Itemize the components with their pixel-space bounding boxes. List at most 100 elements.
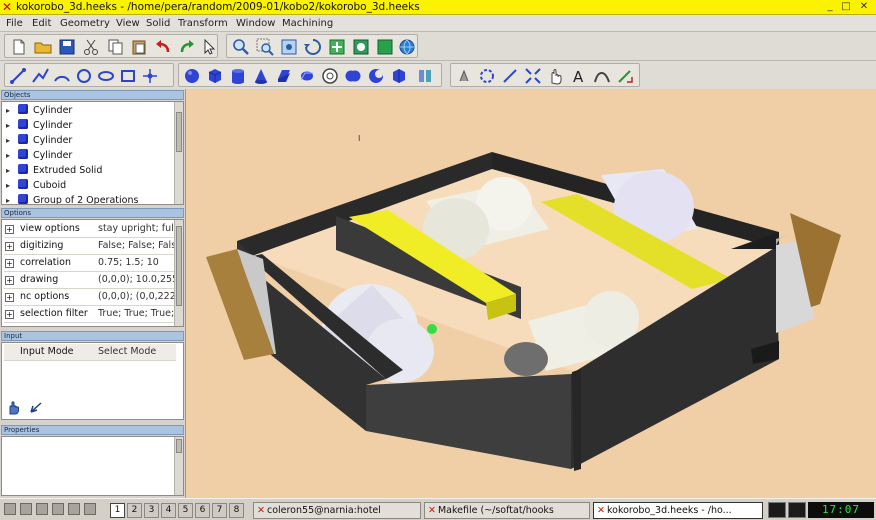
3d-viewport[interactable]: I [186,89,876,498]
tree-item[interactable]: ▸ Cylinder [6,118,176,133]
scroll-thumb[interactable] [176,226,182,306]
maximize-button[interactable]: □ [840,1,852,13]
option-row[interactable]: + correlation 0.75; 1.5; 10 [4,255,176,272]
redo-button[interactable] [177,37,197,57]
launcher-icon[interactable] [20,503,32,515]
undo-button[interactable] [153,37,173,57]
launcher-icon[interactable] [4,503,16,515]
expand-plus-icon[interactable]: + [5,310,14,319]
extrude-button[interactable] [274,66,294,86]
save-button[interactable] [57,37,77,57]
scroll-thumb[interactable] [176,112,182,152]
options-grid[interactable]: + view options stay upright; full + digitiz… [1,219,184,327]
option-row[interactable]: + nc options (0,0,0); (0,0,222 [4,289,176,306]
close-button[interactable]: ✕ [858,1,870,13]
expand-icon[interactable]: ▸ [6,133,16,148]
cube-button[interactable] [205,66,225,86]
tree-item[interactable]: ▸ Cylinder [6,133,176,148]
desktop-4[interactable]: 4 [161,503,176,518]
option-row[interactable]: + digitizing False; False; False [4,238,176,255]
dimension-button[interactable] [615,66,635,86]
cpu-monitor-icon[interactable] [768,502,786,518]
lighting-button[interactable] [375,37,395,57]
intersect-button[interactable] [389,66,409,86]
app-icon[interactable]: ✕ [2,1,14,13]
zoom-window-button[interactable] [231,37,251,57]
expand-plus-icon[interactable]: + [5,293,14,302]
open-file-button[interactable] [33,37,53,57]
sphere-button[interactable] [182,66,202,86]
menu-geometry[interactable]: Geometry [60,17,110,30]
net-monitor-icon[interactable] [788,502,806,518]
expand-plus-icon[interactable]: + [5,276,14,285]
desktop-1[interactable]: 1 [110,503,125,518]
menu-window[interactable]: Window [236,17,275,30]
expand-icon[interactable]: ▸ [6,148,16,163]
desktop-7[interactable]: 7 [212,503,227,518]
point-tool-button[interactable] [140,66,160,86]
polyline-tool-button[interactable] [30,66,50,86]
menu-transform[interactable]: Transform [178,17,228,30]
expand-icon[interactable]: ▸ [6,178,16,193]
cut-button[interactable] [81,37,101,57]
rotate-view-button[interactable] [303,37,323,57]
union-button[interactable] [343,66,363,86]
pan-view-button[interactable] [327,37,347,57]
tree-item[interactable]: ▸ Cylinder [6,103,176,118]
desktop-8[interactable]: 8 [229,503,244,518]
paste-button[interactable] [129,37,149,57]
tree-item[interactable]: ▸ Cuboid [6,178,176,193]
options-panel-header[interactable]: Options [1,208,184,218]
option-row[interactable]: + selection filter True; True; True; [4,306,176,323]
circle-tool-button[interactable] [74,66,94,86]
window-title-bar[interactable]: ✕ kokorobo_3d.heeks - /home/pera/random/… [0,0,876,15]
options-scrollbar[interactable] [174,220,183,326]
mirror-button[interactable] [500,66,520,86]
revolve-button[interactable] [297,66,317,86]
properties-scrollbar[interactable] [174,437,183,495]
desktop-3[interactable]: 3 [144,503,159,518]
zoom-select-button[interactable] [255,37,275,57]
viewport-canvas[interactable]: I [186,89,876,498]
task-terminal[interactable]: ✕ coleron55@narnia:hotel [253,502,421,519]
fit-view-button[interactable] [279,37,299,57]
drag-button[interactable] [546,66,566,86]
move-button[interactable] [454,66,474,86]
objects-panel-header[interactable]: Objects [1,90,184,100]
option-row[interactable]: + view options stay upright; full [4,221,176,238]
rectangle-tool-button[interactable] [118,66,138,86]
tree-item[interactable]: ▸ Extruded Solid [6,163,176,178]
ellipse-tool-button[interactable] [96,66,116,86]
rotate-object-button[interactable] [477,66,497,86]
cylinder-button[interactable] [228,66,248,86]
select-button[interactable] [199,37,219,57]
render-button[interactable] [397,37,417,57]
expand-icon[interactable]: ▸ [6,163,16,178]
menu-solid[interactable]: Solid [146,17,170,30]
menu-machining[interactable]: Machining [282,17,333,30]
torus-button[interactable] [320,66,340,86]
text-button[interactable]: A [569,66,589,86]
task-heeks[interactable]: ✕ kokorobo_3d.heeks - /ho... [593,502,763,519]
expand-plus-icon[interactable]: + [5,242,14,251]
scroll-thumb[interactable] [176,439,182,453]
desktop-5[interactable]: 5 [178,503,193,518]
expand-icon[interactable]: ▸ [6,118,16,133]
launcher-icon[interactable] [68,503,80,515]
new-file-button[interactable] [9,37,29,57]
desktop-6[interactable]: 6 [195,503,210,518]
input-mode-row[interactable]: Input Mode Select Mode [4,344,176,361]
copy-button[interactable] [105,37,125,57]
menu-file[interactable]: File [6,17,23,30]
input-panel-header[interactable]: Input [1,331,184,341]
launcher-icon[interactable] [84,503,96,515]
input-mode-select-button[interactable] [6,399,22,415]
clock[interactable]: 17:07 [808,502,874,518]
spline-button[interactable] [592,66,612,86]
tree-item[interactable]: ▸ Group of 2 Operations [6,193,176,204]
task-makefile[interactable]: ✕ Makefile (~/softat/hooks [424,502,590,519]
objects-scrollbar[interactable] [174,102,183,204]
properties-panel-header[interactable]: Properties [1,425,184,435]
menu-view[interactable]: View [116,17,140,30]
objects-tree[interactable]: ▸ Cylinder ▸ Cylinder ▸ Cylinder ▸ Cylinder … [1,101,184,205]
